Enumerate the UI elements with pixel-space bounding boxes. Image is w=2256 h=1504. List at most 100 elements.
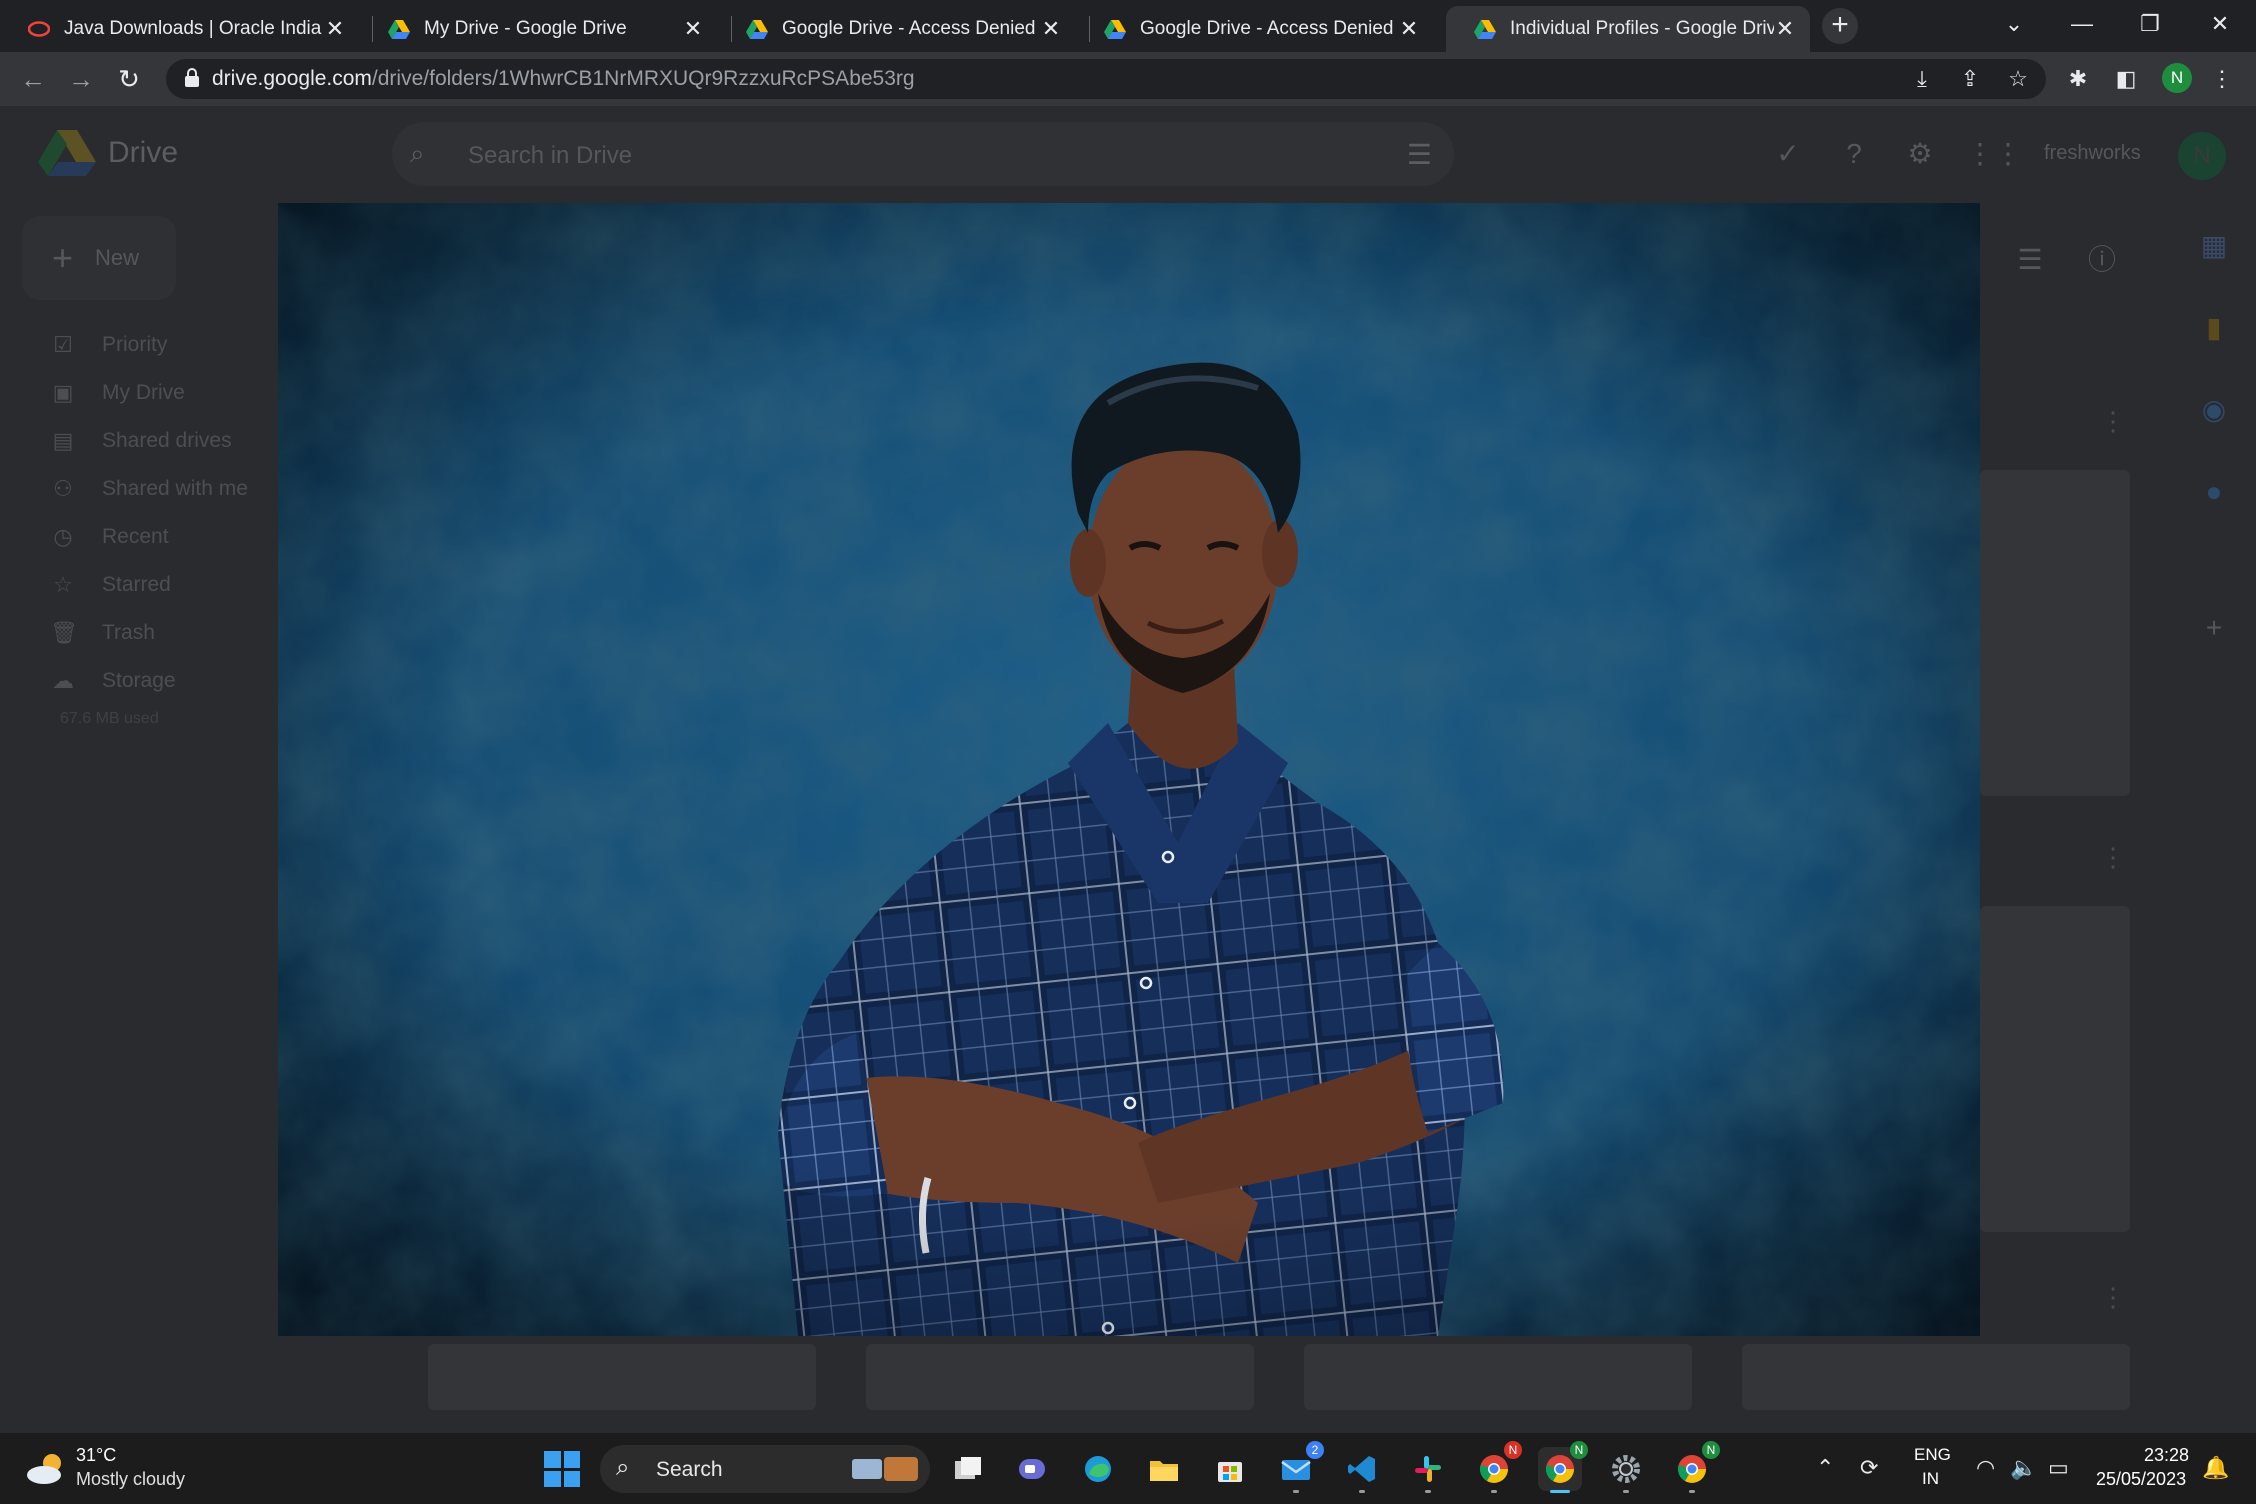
address-bar[interactable]: drive.google.com/drive/folders/1WhwrCB1N…	[166, 59, 2046, 99]
slack-icon[interactable]	[1406, 1447, 1450, 1493]
drive-search-box[interactable]: ⌕ Search in Drive ☰	[392, 122, 1454, 186]
sidebar-item-storage[interactable]: ☁ Storage	[50, 664, 176, 698]
chrome-menu-icon[interactable]: ⋮	[2208, 65, 2236, 93]
contacts-icon[interactable]: ●	[2196, 474, 2232, 510]
sidebar-item-priority[interactable]: ☑ Priority	[50, 328, 167, 362]
new-button[interactable]: + New	[22, 216, 176, 300]
volume-icon[interactable]: 🔈	[2010, 1455, 2037, 1481]
browser-profile-avatar[interactable]: N	[2162, 63, 2192, 93]
tab-oracle-java[interactable]: Java Downloads | Oracle India ✕	[0, 6, 360, 52]
settings-gear-icon[interactable]: ⚙	[1902, 136, 1938, 172]
drive-title: Drive	[108, 136, 179, 169]
close-tab-icon[interactable]: ✕	[1774, 16, 1796, 42]
taskbar-search-label: Search	[656, 1458, 723, 1481]
details-info-icon[interactable]: ⓘ	[2084, 242, 2120, 278]
input-region[interactable]: IN	[1922, 1469, 1939, 1489]
close-tab-icon[interactable]: ✕	[324, 16, 346, 42]
url-path: /drive/folders/1WhwrCB1NrMRXUQr9RzzxuRcP…	[371, 67, 915, 90]
add-addon-icon[interactable]: +	[2196, 610, 2232, 646]
clock-date[interactable]: 25/05/2023	[2096, 1469, 2186, 1490]
tab-individual-profiles[interactable]: Individual Profiles - Google Drive ✕	[1446, 6, 1810, 52]
tab-access-denied-2[interactable]: Google Drive - Access Denied ✕	[1076, 6, 1434, 52]
back-arrow-icon[interactable]: ←	[14, 60, 52, 98]
new-tab-button[interactable]: +	[1822, 8, 1858, 44]
bookmark-star-icon[interactable]: ☆	[2004, 65, 2032, 93]
file-card[interactable]	[428, 1344, 816, 1410]
tab-title: Individual Profiles - Google Drive	[1510, 18, 1774, 39]
mail-icon[interactable]: 2	[1274, 1441, 1324, 1493]
cloud-icon: ☁	[52, 668, 74, 693]
sidebar-item-shared-with-me[interactable]: ⚇ Shared with me	[50, 472, 248, 506]
sidebar-item-label: Trash	[102, 621, 155, 644]
share-icon[interactable]: ⇪	[1956, 65, 1984, 93]
task-view-icon[interactable]	[946, 1447, 990, 1491]
ready-offline-icon[interactable]: ✓	[1770, 136, 1806, 172]
windows-start-icon[interactable]	[544, 1451, 580, 1487]
chrome-icon[interactable]: N	[1670, 1441, 1720, 1493]
extensions-puzzle-icon[interactable]: ✱	[2064, 65, 2092, 93]
sidebar-item-shared-drives[interactable]: ▤ Shared drives	[50, 424, 232, 458]
preview-photo[interactable]	[278, 203, 1980, 1336]
oracle-icon	[28, 21, 50, 37]
settings-gear-icon[interactable]	[1604, 1447, 1648, 1493]
teams-chat-icon[interactable]	[1010, 1447, 1054, 1491]
file-card[interactable]	[1980, 470, 2130, 796]
weather-temperature[interactable]: 31°C	[76, 1445, 116, 1466]
file-card[interactable]	[1742, 1344, 2130, 1410]
tab-access-denied-1[interactable]: Google Drive - Access Denied ✕	[718, 6, 1076, 52]
running-indicator	[1293, 1490, 1299, 1493]
search-filter-icon[interactable]: ☰	[1407, 138, 1432, 171]
sidebar-item-starred[interactable]: ☆ Starred	[50, 568, 171, 602]
microsoft-store-icon[interactable]	[1208, 1447, 1252, 1491]
restore-icon[interactable]: ❐	[2120, 4, 2180, 44]
taskbar-search-box[interactable]: ⌕ Search	[600, 1445, 930, 1493]
sidebar-item-recent[interactable]: ◷ Recent	[50, 520, 168, 554]
clock-time[interactable]: 23:28	[2144, 1445, 2189, 1466]
file-card[interactable]	[1304, 1344, 1692, 1410]
minimize-icon[interactable]: —	[2052, 4, 2112, 44]
sidebar-item-trash[interactable]: 🗑 Trash	[50, 616, 155, 650]
close-tab-icon[interactable]: ✕	[1040, 16, 1062, 42]
sync-update-icon[interactable]: ⟳	[1860, 1455, 1878, 1481]
apps-grid-icon[interactable]: ⋮⋮	[1966, 136, 2022, 172]
file-explorer-icon[interactable]	[1142, 1447, 1186, 1491]
edge-browser-icon[interactable]	[1076, 1447, 1120, 1491]
close-tab-icon[interactable]: ✕	[682, 16, 704, 42]
weather-description[interactable]: Mostly cloudy	[76, 1469, 185, 1490]
sidebar-item-my-drive[interactable]: ▣ My Drive	[50, 376, 185, 410]
forward-arrow-icon[interactable]: →	[62, 60, 100, 98]
more-options-icon[interactable]: ⋮	[2100, 1282, 2126, 1313]
chrome-icon[interactable]: N	[1472, 1441, 1522, 1493]
shared-with-me-icon: ⚇	[53, 476, 73, 501]
notification-bell-icon[interactable]: 🔔	[2202, 1455, 2229, 1481]
tasks-icon[interactable]: ◉	[2196, 392, 2232, 428]
file-card[interactable]	[1980, 906, 2130, 1232]
close-tab-icon[interactable]: ✕	[1398, 16, 1420, 42]
chrome-active-icon[interactable]: N	[1538, 1441, 1588, 1493]
tab-my-drive[interactable]: My Drive - Google Drive ✕	[360, 6, 718, 52]
file-card[interactable]	[866, 1344, 1254, 1410]
lock-icon[interactable]	[184, 68, 200, 88]
partly-cloudy-icon[interactable]	[24, 1451, 68, 1485]
more-options-icon[interactable]: ⋮	[2100, 842, 2126, 873]
search-icon: ⌕	[410, 138, 425, 168]
show-hidden-icons-chevron[interactable]: ⌃	[1816, 1455, 1834, 1481]
battery-icon[interactable]: ▭	[2048, 1455, 2069, 1481]
drive-account-avatar[interactable]: N	[2178, 132, 2226, 180]
help-icon[interactable]: ?	[1836, 136, 1872, 172]
reload-icon[interactable]: ↻	[110, 60, 148, 98]
side-panel-icon[interactable]: ◧	[2112, 65, 2140, 93]
input-language[interactable]: ENG	[1914, 1445, 1951, 1465]
list-view-icon[interactable]: ☰	[2012, 242, 2048, 278]
wifi-icon[interactable]: ◠	[1976, 1455, 1995, 1481]
calendar-icon[interactable]: ▦	[2196, 228, 2232, 264]
more-options-icon[interactable]: ⋮	[2100, 406, 2126, 437]
keep-icon[interactable]: ▮	[2196, 310, 2232, 346]
install-app-icon[interactable]: ⤓	[1908, 65, 1936, 93]
running-indicator	[1550, 1490, 1570, 1493]
vscode-icon[interactable]	[1340, 1447, 1384, 1493]
tab-search-chevron-icon[interactable]: ⌄	[1984, 4, 2044, 44]
tab-title: Google Drive - Access Denied	[1140, 18, 1394, 39]
url-text[interactable]: drive.google.com/drive/folders/1WhwrCB1N…	[212, 67, 915, 91]
window-close-icon[interactable]: ✕	[2190, 4, 2250, 44]
